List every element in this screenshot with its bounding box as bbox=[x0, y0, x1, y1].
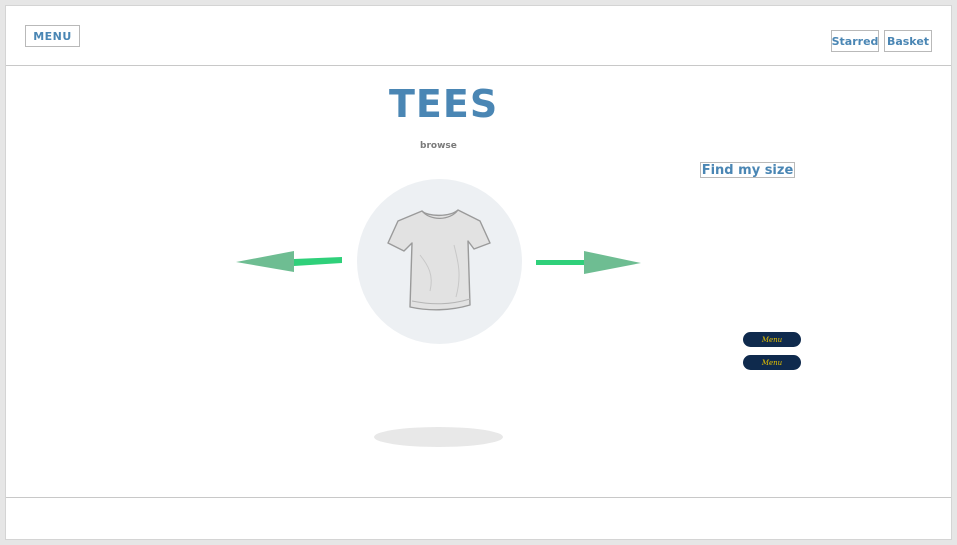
basket-button[interactable]: Basket bbox=[884, 30, 932, 52]
browse-subtitle: browse bbox=[420, 141, 457, 151]
page-title: TEES bbox=[389, 82, 499, 126]
top-header: MENU Starred Basket bbox=[6, 6, 951, 66]
menu-button[interactable]: MENU bbox=[25, 25, 80, 47]
product-shadow bbox=[374, 427, 503, 447]
tshirt-icon bbox=[387, 209, 491, 311]
menu-pill-button-1[interactable]: Menu bbox=[743, 332, 801, 347]
previous-arrow-icon[interactable] bbox=[236, 248, 346, 278]
next-arrow-icon[interactable] bbox=[536, 248, 646, 278]
starred-button[interactable]: Starred bbox=[831, 30, 879, 52]
menu-pill-button-2[interactable]: Menu bbox=[743, 355, 801, 370]
page-frame: MENU Starred Basket TEES browse Find my … bbox=[5, 5, 952, 540]
find-my-size-button[interactable]: Find my size bbox=[700, 162, 795, 178]
footer bbox=[6, 497, 951, 540]
product-image-circle[interactable] bbox=[357, 179, 522, 344]
